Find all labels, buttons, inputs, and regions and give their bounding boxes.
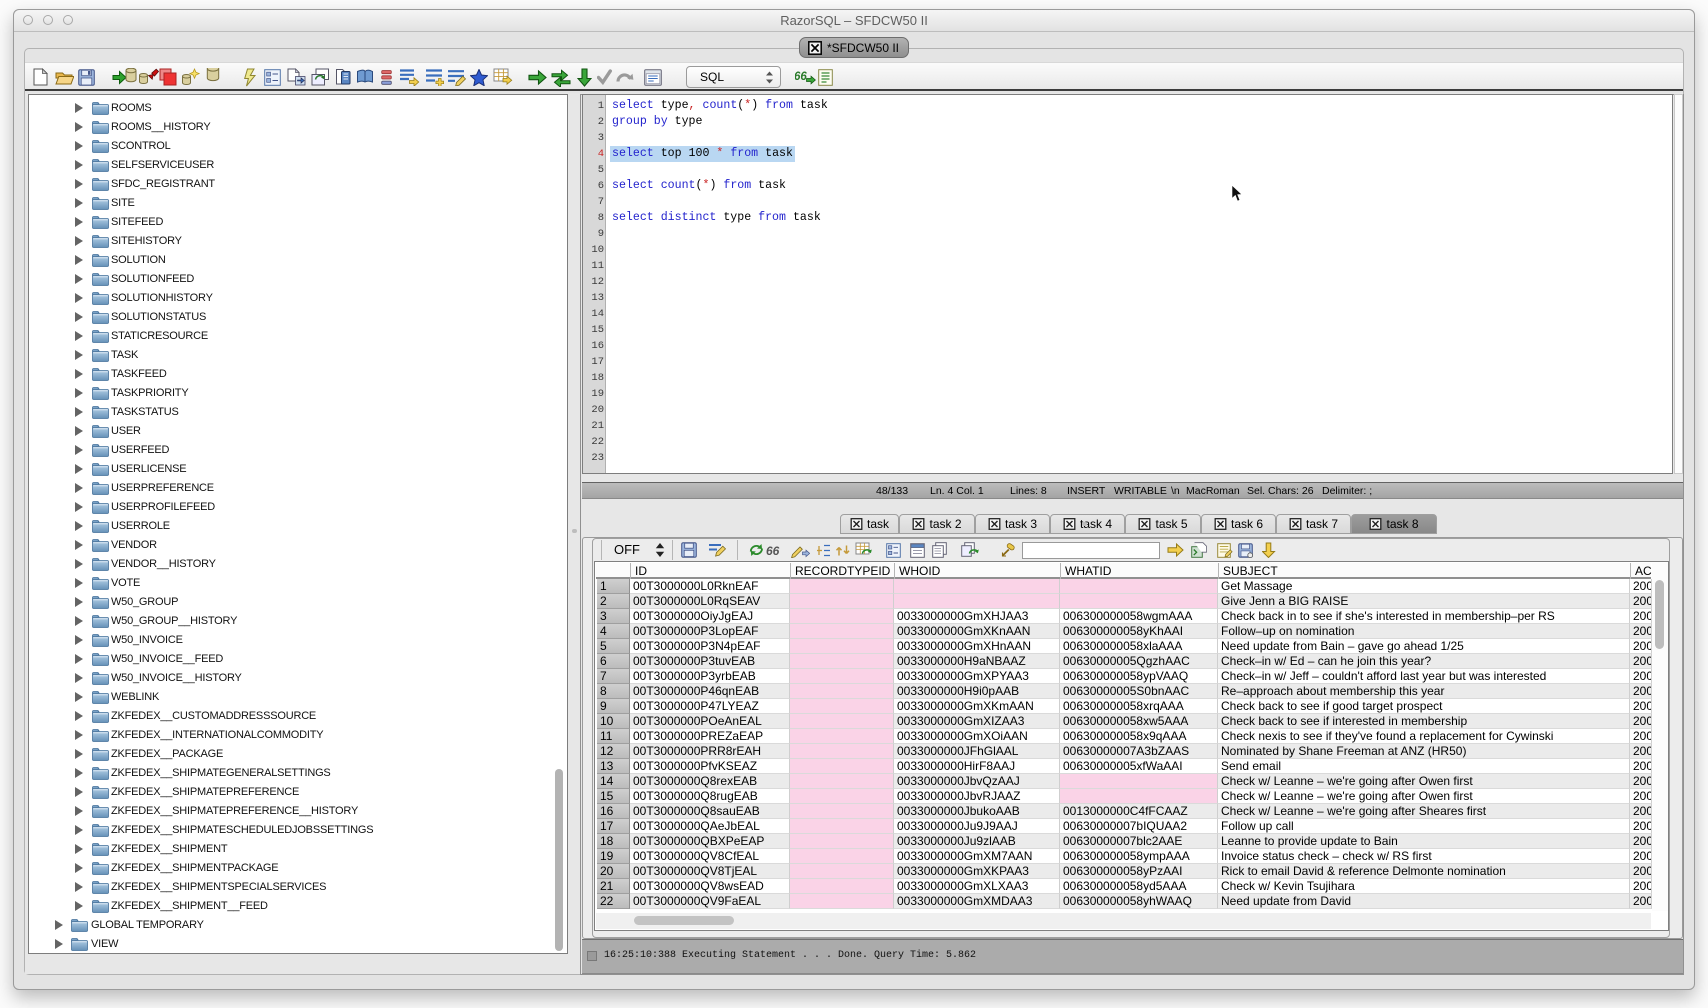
svg-text:66: 66 [795, 71, 807, 83]
svg-text:66: 66 [766, 544, 780, 557]
